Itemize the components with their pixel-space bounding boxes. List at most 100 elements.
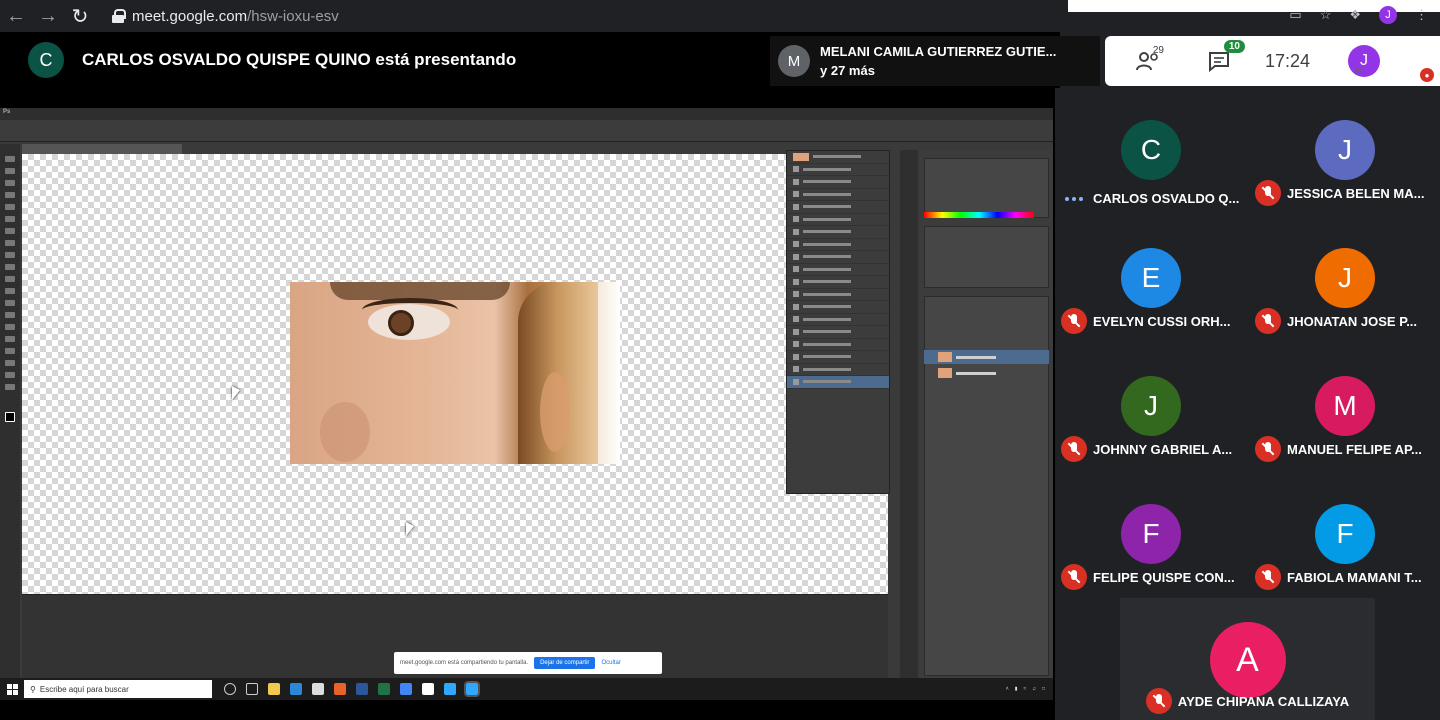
participant-tile[interactable]: M MANUEL FELIPE AP... — [1249, 344, 1440, 472]
participant-name: MANUEL FELIPE AP... — [1287, 441, 1422, 457]
participant-tile[interactable]: C CARLOS OSVALDO Q... — [1055, 88, 1247, 216]
share-message: meet.google.com está compartiendo tu pan… — [400, 660, 529, 666]
ps-color-panel — [924, 158, 1049, 218]
presenter-avatar: C — [28, 42, 64, 78]
wifi-icon[interactable]: ≈ — [1023, 686, 1026, 692]
participant-grid: C CARLOS OSVALDO Q... J JESSICA BELEN MA… — [1055, 88, 1440, 720]
url-host: meet.google.com — [132, 7, 248, 25]
participant-name: CARLOS OSVALDO Q... — [1093, 191, 1240, 206]
windows-start-icon[interactable] — [0, 678, 24, 700]
photoshop-active-icon[interactable] — [464, 681, 480, 697]
ps-color-ramp — [924, 212, 1034, 218]
notifications-icon[interactable]: □ — [1042, 686, 1045, 692]
participant-avatar: F — [1121, 504, 1181, 564]
ps-right-panels — [920, 150, 1053, 686]
participant-name: FELIPE QUISPE CON... — [1093, 569, 1235, 585]
participant-name: FABIOLA MAMANI T... — [1287, 569, 1422, 585]
file-explorer-icon[interactable] — [268, 683, 280, 695]
notification-icon: ● — [1420, 68, 1434, 82]
participant-name: JOHNNY GABRIEL A... — [1093, 441, 1233, 457]
url-path: /hsw-ioxu-esv — [247, 7, 339, 25]
firefox-icon[interactable] — [334, 683, 346, 695]
ps-adjustments-panel — [924, 226, 1049, 288]
menu-kebab-icon[interactable]: ⋮ — [1415, 7, 1428, 23]
participant-tile[interactable]: A AYDE CHIPANA CALLIZAYA — [1120, 598, 1375, 720]
back-button[interactable]: ← — [0, 0, 32, 32]
cast-icon[interactable]: ▭ — [1289, 7, 1301, 23]
taskbar-apps — [224, 681, 480, 697]
ps-toolbar — [0, 144, 20, 684]
bookmark-star-icon[interactable]: ☆ — [1320, 7, 1332, 23]
chat-count-badge: 10 — [1223, 40, 1245, 53]
ps-logo-icon: Ps — [3, 109, 11, 115]
participant-tile[interactable]: J JESSICA BELEN MA... — [1249, 88, 1440, 216]
presenter-label: CARLOS OSVALDO QUISPE QUINO está present… — [82, 50, 517, 69]
task-view-icon[interactable] — [246, 683, 258, 695]
participant-avatar: F — [1315, 504, 1375, 564]
meeting-clock: 17:24 — [1265, 50, 1311, 71]
pinned-participants[interactable]: M MELANI CAMILA GUTIERREZ GUTIE... y 27 … — [770, 36, 1100, 86]
participant-tile[interactable]: E EVELYN CUSSI ORH... — [1055, 216, 1247, 344]
word-icon[interactable] — [356, 683, 368, 695]
excel-icon[interactable] — [378, 683, 390, 695]
browser-profile-avatar[interactable]: J — [1379, 6, 1397, 24]
notepad-icon[interactable] — [422, 683, 434, 695]
participant-avatar: C — [1121, 120, 1181, 180]
mic-off-icon — [1061, 436, 1087, 462]
taskbar-search-placeholder: Escribe aquí para buscar — [39, 684, 129, 694]
stop-sharing-button[interactable]: Dejar de compartir — [534, 657, 596, 669]
hide-button[interactable]: Ocultar — [601, 660, 620, 666]
chrome-icon[interactable] — [400, 683, 412, 695]
participant-avatar: J — [1315, 248, 1375, 308]
mic-off-icon — [1145, 688, 1172, 714]
photoshop-taskbar-icon[interactable] — [444, 683, 456, 695]
cursor-icon — [406, 522, 414, 536]
pinned-more: y 27 más — [820, 63, 875, 78]
participant-avatar: J — [1315, 120, 1375, 180]
volume-icon[interactable]: ♫ — [1032, 686, 1036, 692]
forward-button[interactable]: → — [32, 0, 64, 32]
layer-row[interactable] — [924, 350, 1049, 364]
search-icon: ⚲ — [30, 684, 36, 694]
participant-name: JESSICA BELEN MA... — [1287, 185, 1425, 201]
participant-tile[interactable]: J JOHNNY GABRIEL A... — [1055, 344, 1247, 472]
self-avatar[interactable]: J — [1348, 45, 1381, 77]
participant-tile[interactable]: J JHONATAN JOSE P... — [1249, 216, 1440, 344]
windows-taskbar: ⚲ Escribe aquí para buscar ˄ ▮ ≈ ♫ □ — [0, 678, 1053, 700]
participant-avatar: M — [1315, 376, 1375, 436]
people-button[interactable]: 29 — [1129, 45, 1169, 76]
battery-icon[interactable]: ▮ — [1015, 686, 1018, 692]
address-bar[interactable]: meet.google.com/hsw-ioxu-esv — [102, 3, 349, 29]
tray-chevron-icon[interactable]: ˄ — [1006, 686, 1009, 692]
meeting-info-panel: 29 10 17:24 N J ● — [1105, 36, 1440, 86]
speaking-indicator-icon — [1061, 196, 1087, 201]
reload-button[interactable]: ↻ — [64, 0, 96, 32]
mic-off-icon — [1255, 564, 1281, 590]
mic-off-icon — [1255, 308, 1281, 334]
chat-button[interactable]: 10 — [1199, 40, 1245, 76]
participant-avatar: J — [1121, 376, 1181, 436]
cursor-icon — [232, 386, 240, 400]
edge-icon[interactable] — [290, 683, 302, 695]
participant-tile[interactable]: F FABIOLA MAMANI T... — [1249, 472, 1440, 600]
photoshop-window: Ps — [0, 108, 1053, 698]
store-icon[interactable] — [312, 683, 324, 695]
participant-name: JHONATAN JOSE P... — [1287, 313, 1418, 329]
chat-icon — [1209, 52, 1229, 72]
taskbar-search[interactable]: ⚲ Escribe aquí para buscar — [24, 680, 212, 698]
participant-tile[interactable]: F FELIPE QUISPE CON... — [1055, 472, 1247, 600]
mic-off-icon — [1255, 436, 1281, 462]
ps-options-bar — [0, 120, 1053, 142]
ps-canvas — [22, 154, 888, 594]
extensions-icon[interactable]: ❖ — [1349, 7, 1361, 23]
cortana-icon[interactable] — [224, 683, 236, 695]
system-tray: ˄ ▮ ≈ ♫ □ — [1006, 686, 1053, 692]
participant-name: AYDE CHIPANA CALLIZAYA — [1177, 693, 1350, 709]
language-indicator: N — [1355, 66, 1363, 77]
face-image — [290, 282, 620, 464]
mic-off-icon — [1061, 308, 1087, 334]
participant-avatar: A — [1209, 622, 1286, 698]
browser-extension-icons: ▭ ☆ ❖ J ⋮ — [1289, 6, 1428, 24]
ps-menubar: Ps — [0, 108, 1053, 120]
layer-row[interactable] — [924, 366, 1049, 380]
